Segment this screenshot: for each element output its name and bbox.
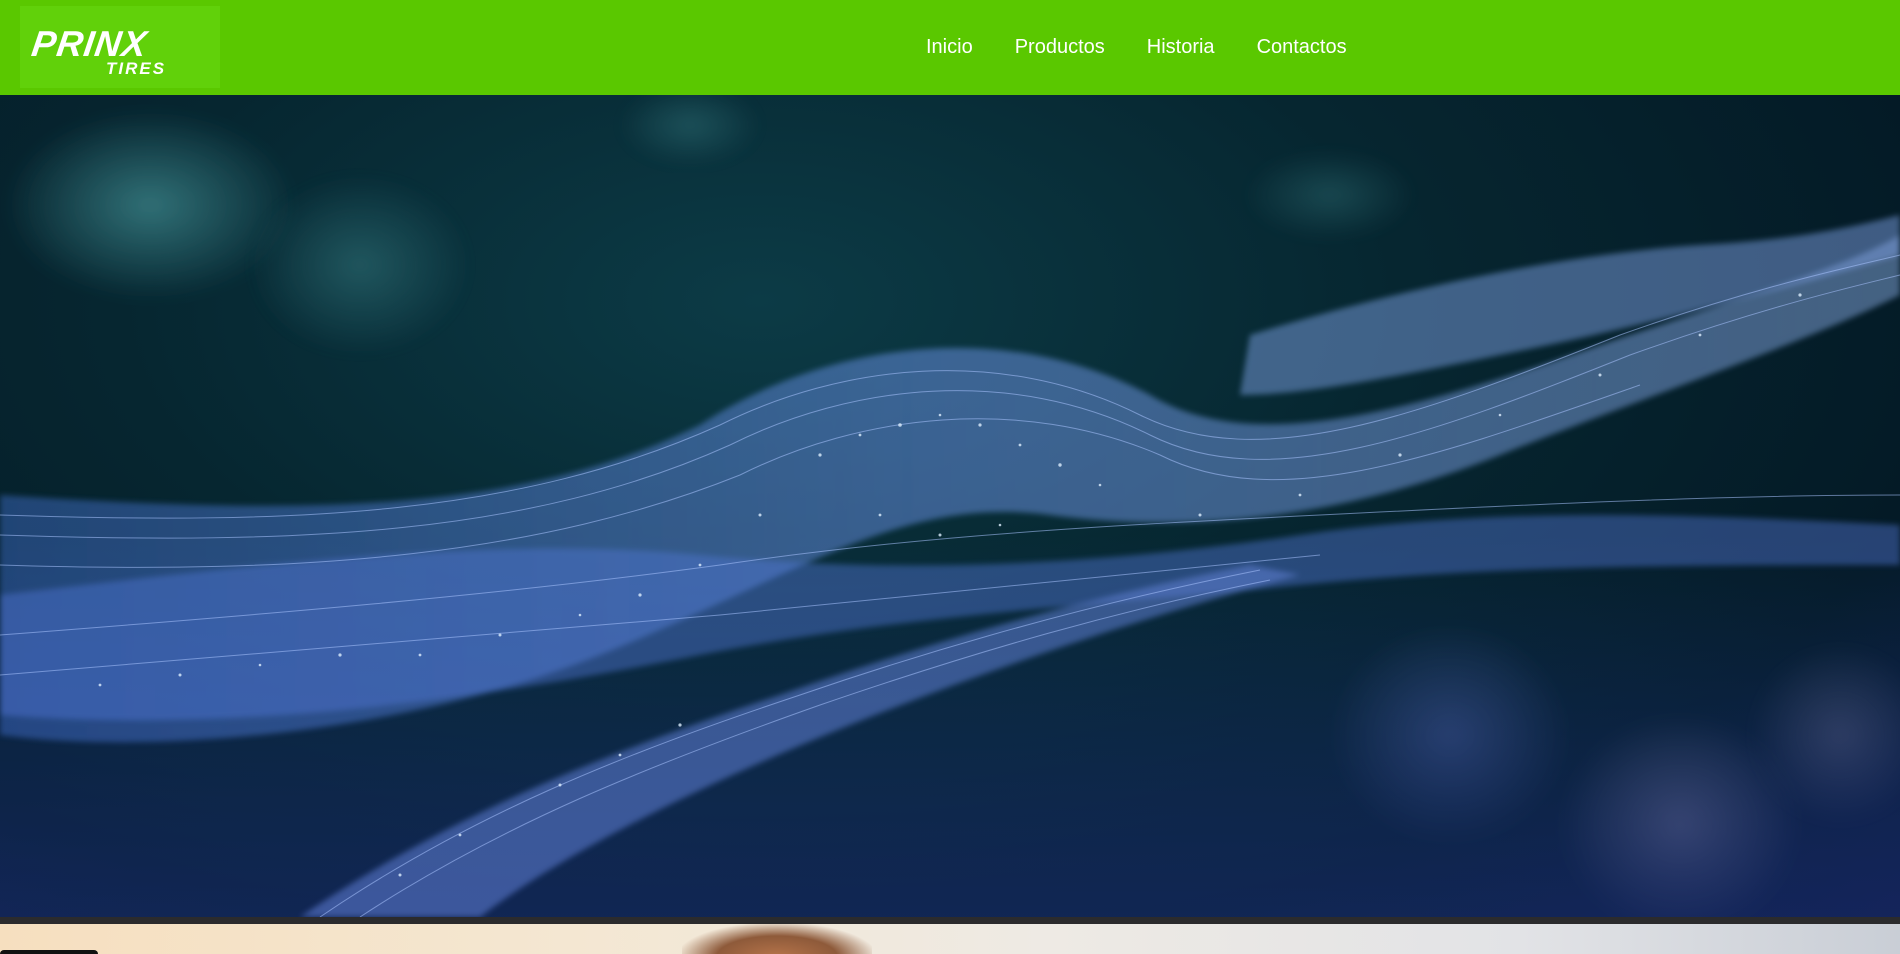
- next-section-photo: [682, 924, 872, 954]
- section-divider: [0, 917, 1900, 924]
- logo-wordmark: PRINX: [29, 23, 150, 64]
- hero-particle-wave-graphic: [0, 95, 1900, 917]
- main-nav: Inicio Productos Historia Contactos: [905, 0, 1368, 95]
- next-section-badge: [0, 950, 98, 954]
- hero-video-banner: [0, 95, 1900, 917]
- nav-link-inicio[interactable]: Inicio: [905, 0, 994, 95]
- nav-link-contactos[interactable]: Contactos: [1236, 0, 1368, 95]
- nav-link-productos[interactable]: Productos: [994, 0, 1126, 95]
- logo-swoosh-icon: [160, 32, 220, 72]
- prinx-tires-logo[interactable]: PRINX TIRES: [20, 6, 220, 88]
- site-header: PRINX TIRES Inicio Productos Historia Co…: [0, 0, 1900, 95]
- next-section-preview: [0, 924, 1900, 954]
- page: PRINX TIRES Inicio Productos Historia Co…: [0, 0, 1900, 954]
- nav-link-historia[interactable]: Historia: [1126, 0, 1236, 95]
- logo-subtitle: TIRES: [106, 59, 167, 78]
